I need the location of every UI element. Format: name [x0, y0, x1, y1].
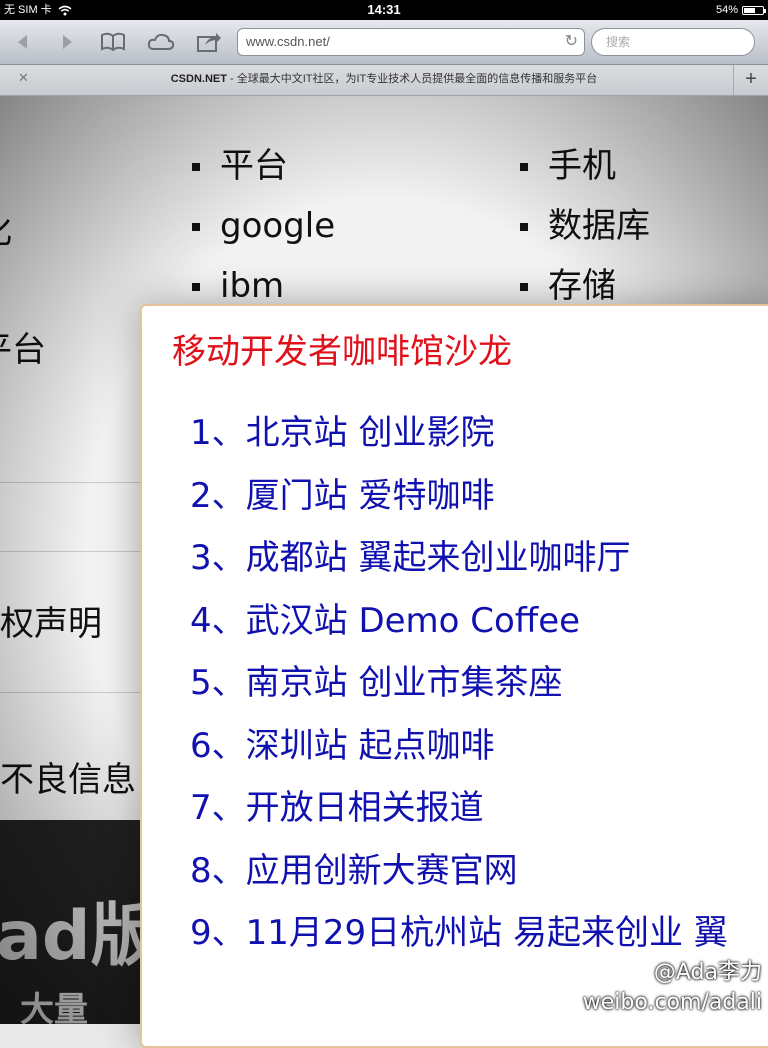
icloud-tabs-icon[interactable]	[146, 28, 176, 56]
tab-bar: ✕ CSDN.NET - 全球最大中文IT社区，为IT专业技术人员提供最全面的信…	[0, 65, 768, 96]
new-tab-button[interactable]: +	[733, 65, 768, 95]
text-fragment: 平台	[0, 330, 46, 370]
divider	[0, 482, 140, 483]
salon-link-item[interactable]: 9、11月29日杭州站 易起来创业 翼	[190, 902, 728, 965]
report-link[interactable]: 不良信息	[0, 752, 136, 801]
salon-link-list: 1、北京站 创业影院 2、厦门站 爱特咖啡 3、成都站 翼起来创业咖啡厅 4、武…	[190, 402, 728, 965]
bullet-icon	[192, 283, 200, 291]
forward-arrow-icon[interactable]	[52, 28, 82, 56]
popup-title: 移动开发者咖啡馆沙龙	[172, 332, 512, 372]
salon-link-item[interactable]: 5、南京站 创业市集茶座	[190, 652, 728, 715]
tab-site-name: CSDN.NET	[170, 73, 227, 85]
text-fragment: 化	[0, 204, 12, 253]
weibo-watermark: @Ada李力 weibo.com/adali	[583, 958, 762, 1018]
clock: 14:31	[367, 2, 401, 17]
search-field[interactable]: 搜索	[591, 28, 755, 56]
salon-link-item[interactable]: 1、北京站 创业影院	[190, 402, 728, 465]
tab-close-icon[interactable]: ✕	[18, 71, 29, 86]
list-item[interactable]: 数据库	[520, 196, 650, 256]
bullet-icon	[192, 163, 200, 171]
bullet-icon	[192, 223, 200, 231]
divider	[0, 551, 140, 552]
salon-popup: 移动开发者咖啡馆沙龙 1、北京站 创业影院 2、厦门站 爱特咖啡 3、成都站 翼…	[140, 304, 768, 1048]
copyright-link[interactable]: 权声明	[0, 596, 102, 645]
bullet-icon	[520, 223, 528, 231]
url-field[interactable]: www.csdn.net/ ↻	[237, 28, 585, 56]
banner-text: ad版	[0, 897, 159, 976]
battery-percent: 54%	[715, 4, 738, 16]
battery-icon	[742, 5, 766, 15]
weibo-url: weibo.com/adali	[582, 990, 762, 1015]
weibo-logo-icon	[604, 960, 643, 988]
browser-toolbar: www.csdn.net/ ↻ 搜索	[0, 20, 768, 65]
salon-link-item[interactable]: 7、开放日相关报道	[190, 777, 728, 840]
bullet-icon	[520, 163, 528, 171]
salon-link-item[interactable]: 2、厦门站 爱特咖啡	[190, 465, 728, 528]
banner-subtext: 大量	[20, 990, 88, 1024]
url-text: www.csdn.net/	[246, 34, 330, 49]
list-item[interactable]: 手机	[520, 136, 650, 196]
status-bar: 无 SIM 卡 14:31 54%	[0, 0, 768, 20]
salon-link-item[interactable]: 8、应用创新大赛官网	[190, 840, 728, 903]
weibo-handle: @Ada李力	[653, 960, 762, 985]
share-icon[interactable]	[194, 28, 224, 56]
link-list-right: 手机 数据库 存储	[520, 136, 650, 316]
link-list-left: 平台 google ibm	[192, 136, 335, 316]
back-arrow-icon[interactable]	[8, 28, 38, 56]
list-item[interactable]: 平台	[192, 136, 335, 196]
bookmarks-book-icon[interactable]	[98, 28, 128, 56]
salon-link-item[interactable]: 6、深圳站 起点咖啡	[190, 715, 728, 778]
tab-csdn[interactable]: CSDN.NET - 全球最大中文IT社区，为IT专业技术人员提供最全面的信息传…	[36, 65, 732, 93]
ipad-banner[interactable]: ad版 大量	[0, 820, 159, 1024]
salon-link-item[interactable]: 4、武汉站 Demo Coffee	[190, 590, 728, 653]
list-item[interactable]: google	[192, 196, 335, 256]
search-placeholder: 搜索	[606, 35, 631, 49]
divider	[0, 692, 140, 693]
salon-link-item[interactable]: 3、成都站 翼起来创业咖啡厅	[190, 527, 728, 590]
bullet-icon	[520, 283, 528, 291]
tab-title-text: - 全球最大中文IT社区，为IT专业技术人员提供最全面的信息传播和服务平台	[226, 73, 598, 85]
reload-icon[interactable]: ↻	[565, 29, 578, 55]
